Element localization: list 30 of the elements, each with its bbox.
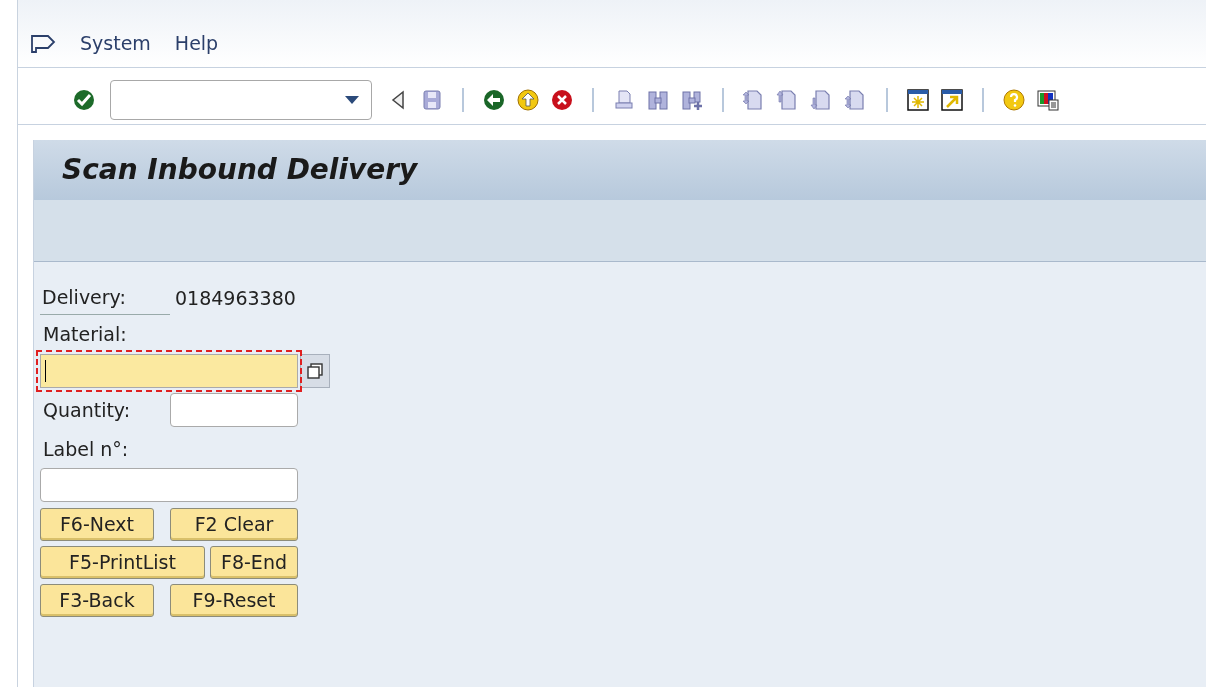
label-number-input-field[interactable] (40, 468, 298, 502)
function-key-button[interactable]: F3-Back (40, 584, 154, 617)
function-key-button[interactable]: F2 Clear (170, 508, 298, 541)
quantity-input-field[interactable] (170, 393, 298, 427)
function-key-button[interactable]: F6-Next (40, 508, 154, 541)
screen-title: Scan Inbound Delivery (62, 152, 418, 188)
enter-check-icon[interactable] (72, 88, 96, 112)
dropdown-caret-icon (345, 96, 359, 104)
menu-icon[interactable] (30, 33, 56, 54)
command-field[interactable] (110, 80, 372, 120)
delivery-number: 0184963380 (175, 285, 296, 311)
function-key-button[interactable]: F8-End (210, 546, 298, 579)
menu-item[interactable]: Help (174, 29, 219, 58)
copy-icon (307, 363, 323, 379)
function-key-button[interactable]: F5-PrintList (40, 546, 205, 579)
binoculars-icon[interactable] (646, 88, 670, 112)
value-help-button[interactable] (300, 354, 330, 388)
quantity-label: Quantity: (42, 397, 132, 423)
menu-item[interactable]: System (80, 29, 151, 58)
material-label: Material: (42, 321, 127, 347)
new-window-icon[interactable] (906, 88, 930, 112)
function-key-button[interactable]: F9-Reset (170, 584, 298, 617)
delivery-label: Delivery: (40, 281, 170, 315)
help-icon[interactable] (1002, 88, 1026, 112)
shortcut-window-icon[interactable] (940, 88, 964, 112)
layout-settings-icon[interactable] (1036, 88, 1060, 112)
print-icon[interactable] (612, 88, 636, 112)
binoculars-plus-icon[interactable] (680, 88, 704, 112)
label-number-label: Label n°: (42, 436, 129, 462)
cancel-icon[interactable] (550, 88, 574, 112)
